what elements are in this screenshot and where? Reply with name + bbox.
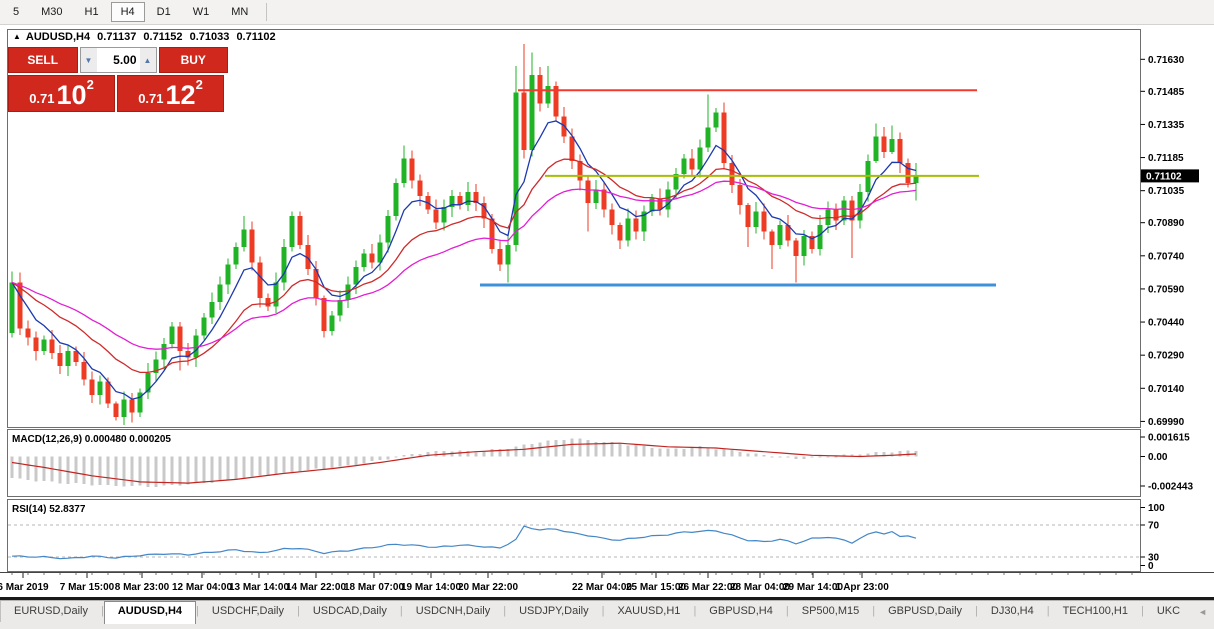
ohlc-open: 0.71137	[97, 31, 136, 43]
macd-axis-label: 0.00	[1148, 452, 1168, 463]
one-click-trading-widget: SELL ▼ ▲ BUY 0.71102 0.71122	[8, 47, 228, 112]
timeframe-button-h4[interactable]: H4	[111, 2, 145, 22]
volume-spinner: ▼ ▲	[80, 47, 157, 73]
chart-area: 0.71630 0.71485 0.71335 0.71185 0.71035 0.708…	[0, 26, 1214, 600]
rsi-label: RSI(14) 52.8377	[12, 504, 86, 515]
ohlc-close: 0.71102	[236, 31, 275, 43]
sell-price-big: 10	[57, 82, 87, 109]
symbol-name: AUDUSD,H4	[26, 31, 90, 43]
price-axis-label: 0.70890	[1148, 218, 1185, 229]
tab-dj30-h4[interactable]: DJ30,H4	[978, 601, 1047, 622]
volume-increase-button[interactable]: ▲	[140, 48, 156, 72]
buy-button[interactable]: BUY	[159, 47, 229, 73]
timeframe-button-m30[interactable]: M30	[31, 2, 72, 22]
time-axis-label: 6 Mar 2019	[0, 582, 49, 593]
svg-text:0.71102: 0.71102	[1146, 171, 1182, 182]
tab-usdchf-daily[interactable]: USDCHF,Daily	[199, 601, 297, 622]
candle	[514, 66, 519, 251]
time-axis-label: 13 Mar 14:00	[229, 582, 289, 593]
rsi-axis-label: 70	[1148, 521, 1160, 532]
time-axis-label: 12 Mar 04:00	[172, 582, 232, 593]
ohlc-high: 0.71152	[143, 31, 182, 43]
buy-price-base: 0.71	[138, 91, 163, 109]
time-axis-label: 28 Mar 04:00	[730, 582, 790, 593]
tab-sp500-m15[interactable]: SP500,M15	[789, 601, 872, 622]
tab-usdjpy-daily[interactable]: USDJPY,Daily	[506, 601, 602, 622]
tab-tech100-h1[interactable]: TECH100,H1	[1050, 601, 1141, 622]
price-axis-label: 0.70440	[1148, 318, 1185, 329]
mt4-window: 5M30H1H4D1W1MN 0.716300.714850.713350.71…	[0, 0, 1214, 629]
candle	[554, 81, 559, 121]
symbol-collapse-icon[interactable]: ▲	[13, 32, 21, 41]
tab-scroll-controls: ◄►	[1193, 601, 1214, 623]
volume-decrease-button[interactable]: ▼	[81, 48, 97, 72]
tab-usdcnh-daily[interactable]: USDCNH,Daily	[403, 601, 504, 622]
price-axis-label: 0.69990	[1148, 417, 1185, 428]
sell-price-sup: 2	[87, 77, 94, 92]
price-axis-label: 0.70590	[1148, 284, 1185, 295]
candle	[394, 179, 399, 221]
tab-xauusd-h1[interactable]: XAUUSD,H1	[604, 601, 693, 622]
time-axis-label: 20 Mar 22:00	[458, 582, 518, 593]
time-axis-label: 1 Apr 23:00	[835, 582, 889, 593]
macd-axis-label: -0.002443	[1148, 481, 1193, 492]
price-axis-label: 0.71185	[1148, 153, 1184, 164]
tab-gbpusd-h4[interactable]: GBPUSD,H4	[696, 601, 786, 622]
current-price-tag: 0.71102	[1141, 169, 1199, 182]
timeframe-button-d1[interactable]: D1	[147, 2, 181, 22]
timeframe-button-mn[interactable]: MN	[221, 2, 258, 22]
price-axis-label: 0.70290	[1148, 351, 1185, 362]
macd-axis-label: 0.001615	[1148, 433, 1190, 444]
buy-price-big: 12	[166, 82, 196, 109]
tab-gbpusd-daily[interactable]: GBPUSD,Daily	[875, 601, 975, 622]
timeframe-toolbar: 5M30H1H4D1W1MN	[0, 0, 1214, 25]
sell-price-base: 0.71	[29, 91, 54, 109]
time-axis-label: 8 Mar 23:00	[115, 582, 170, 593]
tab-usdcad-daily[interactable]: USDCAD,Daily	[300, 601, 400, 622]
buy-price-button[interactable]: 0.71122	[117, 75, 224, 112]
rsi-pane[interactable]: RSI(14) 52.837710070300	[0, 499, 1214, 572]
price-axis-label: 0.71485	[1148, 87, 1185, 98]
timeframe-button-h1[interactable]: H1	[75, 2, 109, 22]
sell-button[interactable]: SELL	[8, 47, 78, 73]
macd-label: MACD(12,26,9) 0.000480 0.000205	[12, 434, 171, 445]
tab-eurusd-daily[interactable]: EURUSD,Daily	[1, 601, 101, 622]
time-axis-label: 14 Mar 22:00	[286, 582, 346, 593]
rsi-axis-label: 0	[1148, 561, 1154, 572]
candle	[290, 212, 295, 252]
price-axis-label: 0.70740	[1148, 251, 1185, 262]
tab-audusd-h4[interactable]: AUDUSD,H4	[104, 601, 196, 624]
time-axis: 6 Mar 2019 7 Mar 15:008 Mar 23:0012 Mar 0…	[0, 572, 1214, 600]
price-axis-label: 0.71630	[1148, 55, 1185, 66]
price-axis-label: 0.70140	[1148, 384, 1185, 395]
sell-price-button[interactable]: 0.71102	[8, 75, 115, 112]
candle	[722, 103, 727, 170]
chart-legend: ▲ AUDUSD,H4 0.71137 0.71152 0.71033 0.711…	[13, 31, 280, 43]
macd-pane[interactable]: MACD(12,26,9) 0.000480 0.000205 0.001615 0…	[0, 429, 1214, 499]
time-axis-label: 19 Mar 14:00	[401, 582, 461, 593]
buy-price-sup: 2	[196, 77, 203, 92]
tabs-scroll-left-icon[interactable]: ◄	[1193, 605, 1212, 619]
chart-tabs-bar: EURUSD,Daily|AUDUSD,H4|USDCHF,Daily|USDC…	[0, 600, 1214, 629]
candle	[298, 212, 303, 250]
timeframe-button-5[interactable]: 5	[3, 2, 29, 22]
volume-input[interactable]	[97, 48, 140, 72]
time-axis-label: 22 Mar 04:00	[572, 582, 632, 593]
time-axis-label: 7 Mar 15:00	[60, 582, 115, 593]
timeframe-button-w1[interactable]: W1	[183, 2, 220, 22]
rsi-axis-label: 100	[1148, 503, 1165, 514]
tab-ukc[interactable]: UKC	[1144, 601, 1193, 622]
price-axis-label: 0.71335	[1148, 120, 1185, 131]
time-axis-label: 18 Mar 07:00	[344, 582, 404, 593]
price-axis-label: 0.71035	[1148, 186, 1185, 197]
ohlc-low: 0.71033	[190, 31, 230, 43]
toolbar-separator	[266, 3, 267, 21]
